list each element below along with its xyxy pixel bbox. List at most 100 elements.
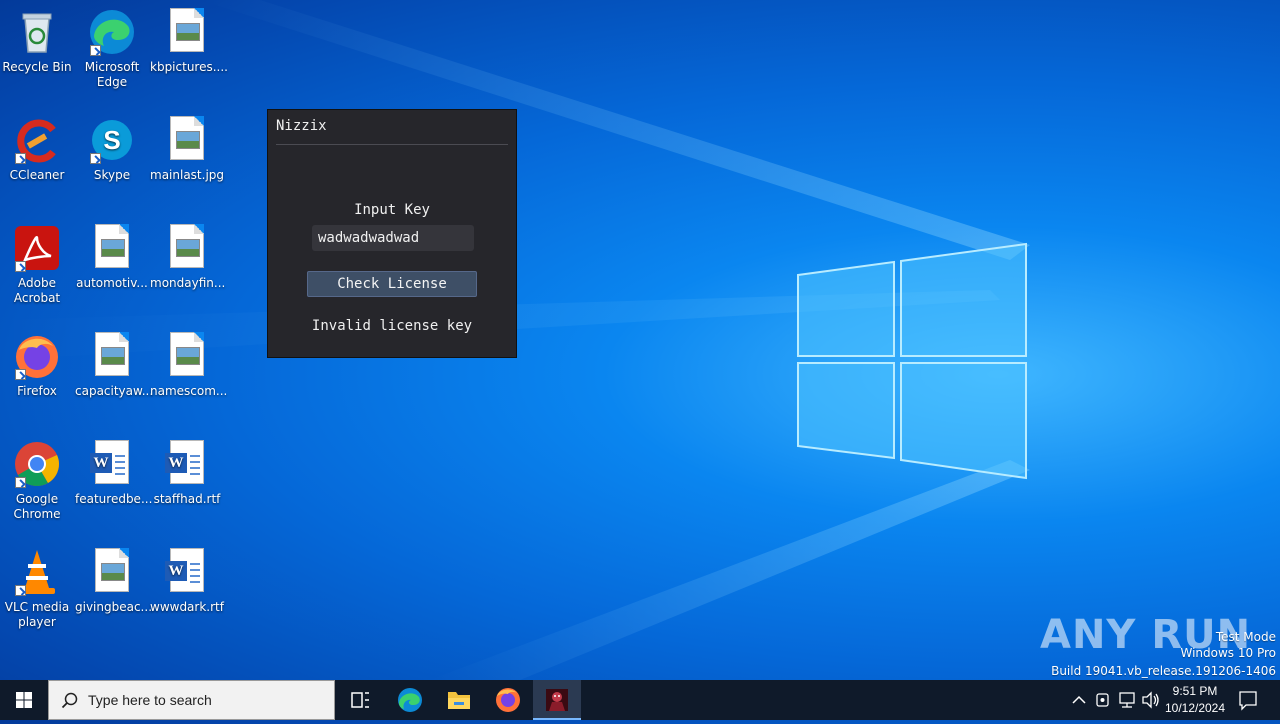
search-icon [61,692,78,709]
shortcut-arrow-icon [90,153,101,164]
chevron-up-icon [1072,695,1086,704]
desktop-icon-label: VLC media player [4,600,70,629]
chrome-icon [13,440,61,488]
edge-icon [88,8,136,56]
nizzix-app-icon [546,689,568,711]
clock-date: 10/12/2024 [1164,701,1226,715]
windows-edition-text: Windows 10 Pro [1180,646,1276,660]
desktop-icon-label: mondayfin... [150,276,226,290]
test-mode-text: Test Mode [1215,630,1276,644]
word-file-icon: W [165,440,204,484]
desktop-icon-wwwdark[interactable]: W wwwdark.rtf [150,548,224,615]
desktop-icon-label: automotiv... [76,276,148,290]
desktop-icon-mainlast[interactable]: mainlast.jpg [150,116,224,183]
image-file-icon [95,548,129,592]
network-icon [1119,692,1135,708]
shortcut-arrow-icon [90,45,101,56]
taskbar-file-explorer-button[interactable] [435,680,483,720]
shortcut-arrow-icon [15,369,26,380]
firefox-icon [13,332,61,380]
desktop-icon-staffhad[interactable]: W staffhad.rtf [150,440,224,507]
image-file-icon [170,224,204,268]
svg-text:S: S [103,125,120,155]
action-center-button[interactable] [1234,680,1262,720]
show-hidden-icons-button[interactable] [1068,680,1090,720]
clock-time: 9:51 PM [1172,684,1218,698]
desktop-icon-label: Skype [93,168,131,182]
speaker-icon [1142,691,1159,709]
desktop-icon-recycle-bin[interactable]: Recycle Bin [0,8,74,75]
shortcut-arrow-icon [15,585,26,596]
desktop-icon-label: Microsoft Edge [84,60,140,89]
edge-icon [398,688,422,712]
search-placeholder: Type here to search [88,692,212,708]
taskbar-clock[interactable]: 9:51 PM 10/12/2024 [1160,683,1230,717]
image-file-icon [170,332,204,376]
desktop-icon-firefox[interactable]: Firefox [0,332,74,399]
shortcut-arrow-icon [15,153,26,164]
taskbar: Type here to search 9:51 PM 10/12/2024 [0,680,1280,720]
desktop-icon-label: Google Chrome [13,492,61,521]
desktop-icon-label: staffhad.rtf [153,492,221,506]
desktop-icon-capacityaw[interactable]: capacityaw... [75,332,154,399]
tray-volume-button[interactable] [1140,680,1162,720]
desktop-icon-namescom[interactable]: namescom... [150,332,228,399]
desktop-icon-label: Recycle Bin [2,60,72,74]
word-file-icon: W [90,440,129,484]
desktop-icon-label: capacityaw... [75,384,154,398]
desktop-icon-label: Adobe Acrobat [13,276,61,305]
tray-meet-now-button[interactable] [1092,680,1114,720]
desktop-icon-vlc-media-player[interactable]: VLC media player [0,548,74,630]
desktop-icon-automotive[interactable]: automotiv... [75,224,149,291]
desktop-icon-mondayfin[interactable]: mondayfin... [150,224,226,291]
image-file-icon [95,224,129,268]
notification-icon [1239,691,1257,711]
word-file-icon: W [165,548,204,592]
tray-network-button[interactable] [1116,680,1138,720]
license-status-text: Invalid license key [311,318,473,334]
taskbar-firefox-button[interactable] [484,680,532,720]
image-file-icon [170,116,204,160]
build-text: Build 19041.vb_release.191206-1406 [1051,664,1276,678]
check-license-button[interactable]: Check License [307,271,477,297]
ccleaner-icon [13,116,61,164]
license-key-input[interactable] [312,225,474,251]
windows-logo-wallpaper [797,242,1027,480]
windows-start-icon [16,692,32,708]
input-key-label: Input Key [354,202,430,218]
window-title: Nizzix [276,118,327,134]
start-button[interactable] [0,680,48,720]
title-divider [276,144,508,145]
desktop-icon-label: Firefox [17,384,57,398]
recycle-bin-icon [13,8,61,56]
desktop-icon-kbpictures[interactable]: kbpictures.... [150,8,228,75]
shortcut-arrow-icon [15,477,26,488]
desktop-icon-skype[interactable]: S Skype [75,116,149,183]
desktop-icon-microsoft-edge[interactable]: Microsoft Edge [75,8,149,90]
desktop-icon-adobe-acrobat[interactable]: Adobe Acrobat [0,224,74,306]
acrobat-icon [13,224,61,272]
nizzix-app-window[interactable]: Nizzix Input Key Check License Invalid l… [267,109,517,358]
taskbar-nizzix-button[interactable] [533,680,581,720]
taskbar-search-box[interactable]: Type here to search [48,680,335,720]
taskbar-edge-button[interactable] [386,680,434,720]
desktop-icon-label: namescom... [150,384,228,398]
desktop-icon-label: wwwdark.rtf [150,600,224,614]
desktop-icon-featuredbe[interactable]: W featuredbe... [75,440,152,507]
firefox-icon [496,688,520,712]
file-explorer-icon [448,692,470,709]
task-view-button[interactable] [336,680,384,720]
desktop-icon-google-chrome[interactable]: Google Chrome [0,440,74,522]
skype-icon: S [88,116,136,164]
desktop-icon-label: mainlast.jpg [150,168,225,182]
image-file-icon [170,8,204,52]
image-file-icon [95,332,129,376]
meet-now-icon [1096,693,1109,707]
desktop-icon-ccleaner[interactable]: CCleaner [0,116,74,183]
desktop-icon-givingbeac[interactable]: givingbeac... [75,548,153,615]
desktop-icon-label: givingbeac... [75,600,153,614]
desktop-icon-label: kbpictures.... [150,60,228,74]
shortcut-arrow-icon [15,261,26,272]
task-view-icon [351,692,369,708]
vlc-icon [13,548,61,596]
